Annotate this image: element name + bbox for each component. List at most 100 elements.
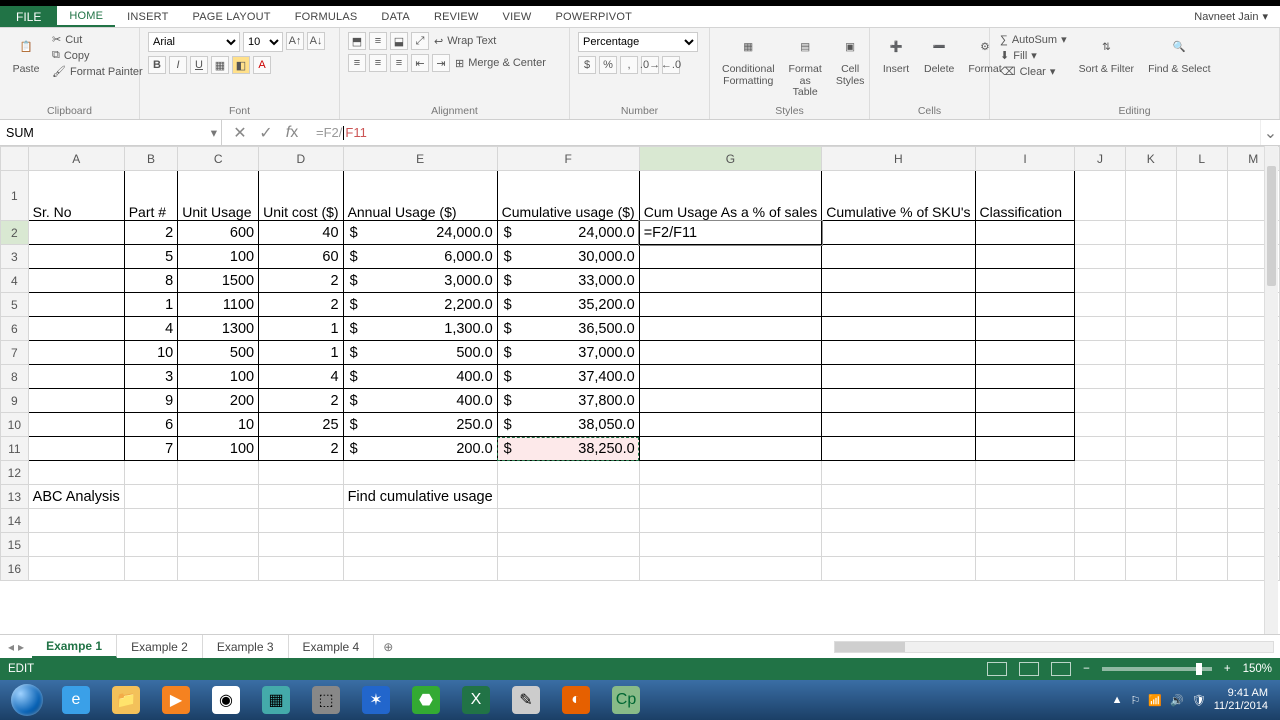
- cell-H9[interactable]: [822, 389, 975, 413]
- cell-K12[interactable]: [1125, 461, 1176, 485]
- cell-C10[interactable]: 10: [178, 413, 259, 437]
- cell-A12[interactable]: [28, 461, 124, 485]
- cell-A4[interactable]: [28, 269, 124, 293]
- font-size-select[interactable]: 10: [243, 32, 283, 52]
- cell-B16[interactable]: [124, 557, 178, 581]
- cell-D5[interactable]: 2: [259, 293, 343, 317]
- formula-input[interactable]: =F2/F11: [310, 120, 1260, 145]
- cell-H7[interactable]: [822, 341, 975, 365]
- zoom-slider[interactable]: [1102, 667, 1212, 671]
- cell-E1[interactable]: Annual Usage ($): [343, 171, 497, 221]
- cell-G11[interactable]: [639, 437, 822, 461]
- cell-H15[interactable]: [822, 533, 975, 557]
- cell-H2[interactable]: [822, 221, 975, 245]
- cell-L12[interactable]: [1176, 461, 1227, 485]
- taskbar-app3[interactable]: ✶: [352, 683, 400, 717]
- cell-K6[interactable]: [1125, 317, 1176, 341]
- taskbar-app5[interactable]: ✎: [502, 683, 550, 717]
- cell-G12[interactable]: [639, 461, 822, 485]
- cell-J2[interactable]: [1075, 221, 1125, 245]
- cell-E11[interactable]: $200.0: [343, 437, 497, 461]
- cell-J3[interactable]: [1075, 245, 1125, 269]
- cell-C6[interactable]: 1300: [178, 317, 259, 341]
- merge-center-button[interactable]: ⊞Merge & Center: [453, 54, 548, 72]
- cell-E16[interactable]: [343, 557, 497, 581]
- percent-button[interactable]: %: [599, 56, 617, 74]
- cell-E13[interactable]: Find cumulative usage: [343, 485, 497, 509]
- col-header-J[interactable]: J: [1075, 147, 1125, 171]
- cell-D2[interactable]: 40: [259, 221, 343, 245]
- cell-E14[interactable]: [343, 509, 497, 533]
- cell-F7[interactable]: $37,000.0: [497, 341, 639, 365]
- find-select-button[interactable]: 🔍Find & Select: [1144, 32, 1214, 78]
- cell-B7[interactable]: 10: [124, 341, 178, 365]
- cell-I15[interactable]: [975, 533, 1075, 557]
- cell-E7[interactable]: $500.0: [343, 341, 497, 365]
- font-color-button[interactable]: A: [253, 56, 271, 74]
- cell-H11[interactable]: [822, 437, 975, 461]
- autosum-button[interactable]: ∑AutoSum ▾: [998, 32, 1069, 47]
- cell-L11[interactable]: [1176, 437, 1227, 461]
- tray-flag-icon[interactable]: ⚐: [1131, 694, 1141, 707]
- cell-J7[interactable]: [1075, 341, 1125, 365]
- cell-C2[interactable]: 600: [178, 221, 259, 245]
- increase-decimal-button[interactable]: .0→: [641, 56, 659, 74]
- cell-A13[interactable]: ABC Analysis: [28, 485, 124, 509]
- row-header-16[interactable]: 16: [1, 557, 29, 581]
- col-header-B[interactable]: B: [124, 147, 178, 171]
- cell-I7[interactable]: [975, 341, 1075, 365]
- cell-I14[interactable]: [975, 509, 1075, 533]
- cell-F13[interactable]: [497, 485, 639, 509]
- row-header-11[interactable]: 11: [1, 437, 29, 461]
- cell-I4[interactable]: [975, 269, 1075, 293]
- cell-J5[interactable]: [1075, 293, 1125, 317]
- cell-H1[interactable]: Cumulative % of SKU's: [822, 171, 975, 221]
- cut-button[interactable]: ✂Cut: [50, 32, 145, 47]
- cell-L3[interactable]: [1176, 245, 1227, 269]
- cell-I8[interactable]: [975, 365, 1075, 389]
- cell-H12[interactable]: [822, 461, 975, 485]
- cell-C3[interactable]: 100: [178, 245, 259, 269]
- cell-B1[interactable]: Part #: [124, 171, 178, 221]
- view-normal-button[interactable]: [987, 662, 1007, 676]
- cell-I9[interactable]: [975, 389, 1075, 413]
- row-header-4[interactable]: 4: [1, 269, 29, 293]
- bold-button[interactable]: B: [148, 56, 166, 74]
- cell-E5[interactable]: $2,200.0: [343, 293, 497, 317]
- cell-B9[interactable]: 9: [124, 389, 178, 413]
- cell-B14[interactable]: [124, 509, 178, 533]
- cell-A3[interactable]: [28, 245, 124, 269]
- sheet-tab-0[interactable]: Exampe 1: [32, 635, 117, 658]
- taskbar-captivate[interactable]: Cp: [602, 683, 650, 717]
- cell-J10[interactable]: [1075, 413, 1125, 437]
- taskbar-app4[interactable]: ⬣: [402, 683, 450, 717]
- cell-I10[interactable]: [975, 413, 1075, 437]
- conditional-formatting-button[interactable]: ▦Conditional Formatting: [718, 32, 779, 89]
- cell-J12[interactable]: [1075, 461, 1125, 485]
- paste-button[interactable]: 📋 Paste: [8, 32, 44, 78]
- cell-K9[interactable]: [1125, 389, 1176, 413]
- col-header-D[interactable]: D: [259, 147, 343, 171]
- tray-volume-icon[interactable]: 🔊: [1170, 694, 1184, 707]
- col-header-H[interactable]: H: [822, 147, 975, 171]
- cell-K4[interactable]: [1125, 269, 1176, 293]
- cell-F12[interactable]: [497, 461, 639, 485]
- cell-L6[interactable]: [1176, 317, 1227, 341]
- cell-G7[interactable]: [639, 341, 822, 365]
- cell-J4[interactable]: [1075, 269, 1125, 293]
- cell-B10[interactable]: 6: [124, 413, 178, 437]
- cell-H4[interactable]: [822, 269, 975, 293]
- cell-E12[interactable]: [343, 461, 497, 485]
- cell-D10[interactable]: 25: [259, 413, 343, 437]
- taskbar-clock[interactable]: 9:41 AM 11/21/2014: [1214, 687, 1268, 712]
- horizontal-scrollbar[interactable]: [402, 635, 1280, 658]
- row-header-13[interactable]: 13: [1, 485, 29, 509]
- cell-C13[interactable]: [178, 485, 259, 509]
- name-box[interactable]: SUM▾: [0, 120, 222, 145]
- cell-L1[interactable]: [1176, 171, 1227, 221]
- sheet-tab-3[interactable]: Example 4: [289, 635, 375, 658]
- cell-L10[interactable]: [1176, 413, 1227, 437]
- cell-G13[interactable]: [639, 485, 822, 509]
- row-header-10[interactable]: 10: [1, 413, 29, 437]
- cell-A6[interactable]: [28, 317, 124, 341]
